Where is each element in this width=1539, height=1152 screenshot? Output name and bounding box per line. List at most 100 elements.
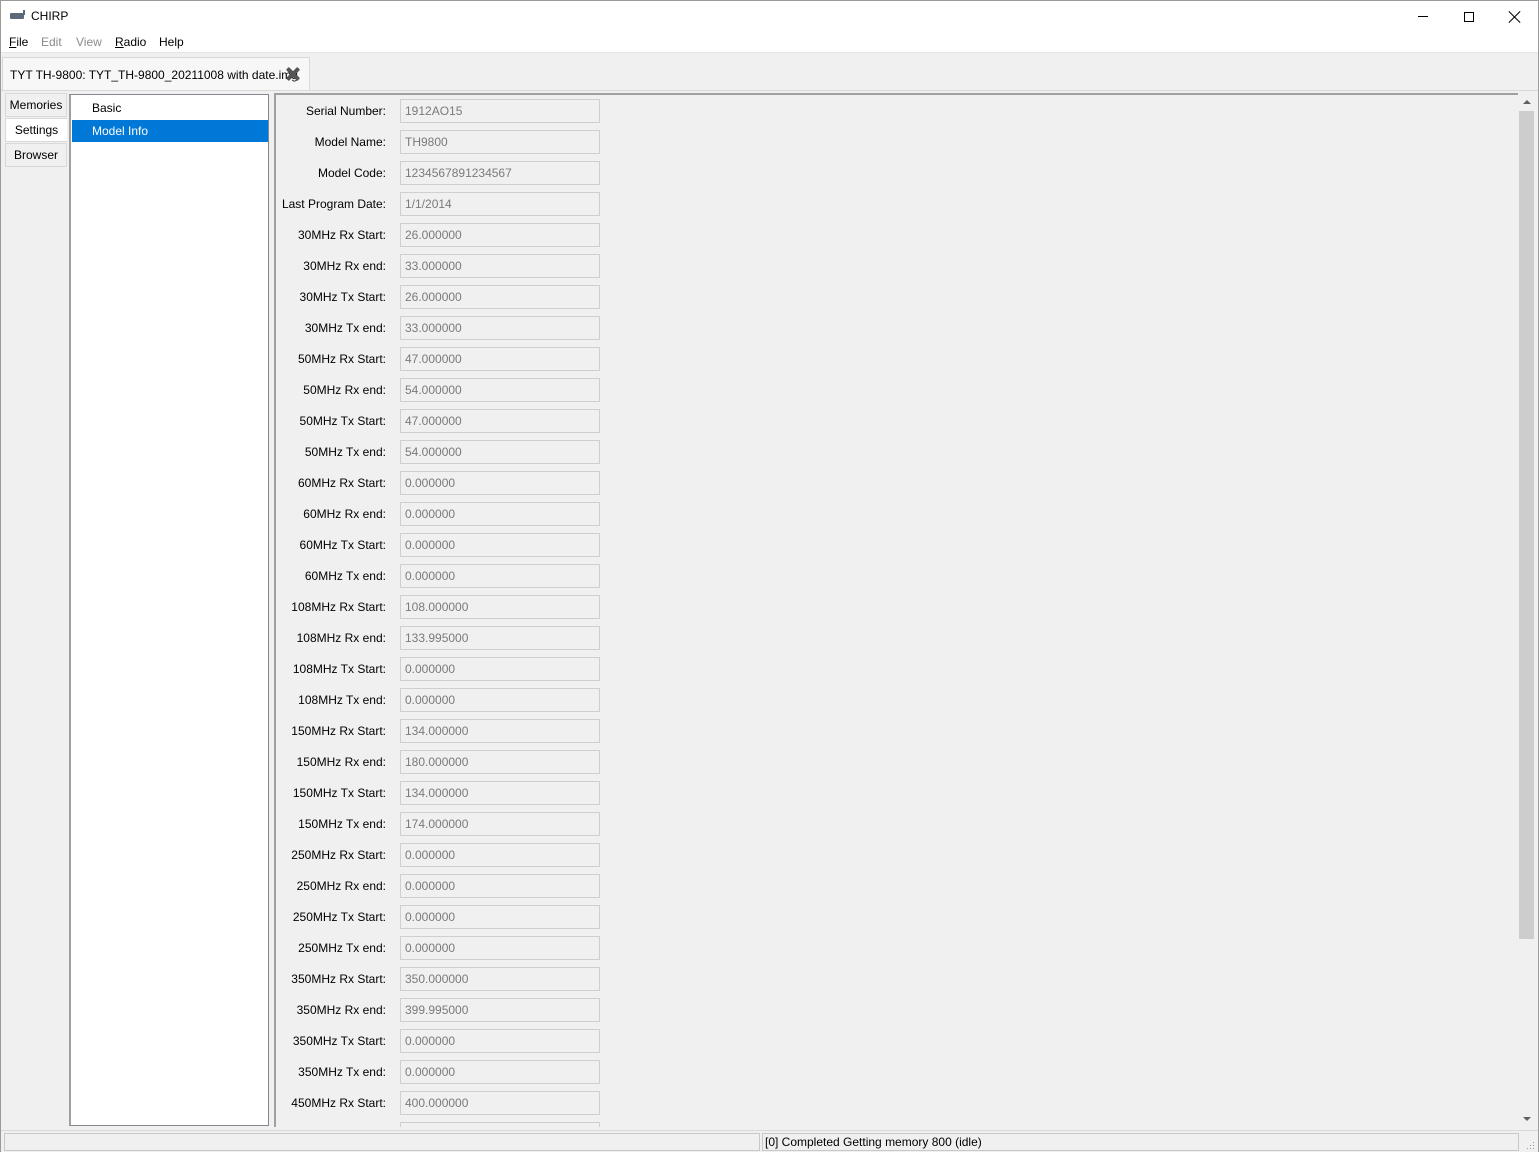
- setting-value-field[interactable]: 0.000000: [400, 502, 600, 526]
- title-bar[interactable]: CHIRP: [1, 1, 1538, 32]
- maximize-button[interactable]: [1446, 1, 1492, 32]
- setting-value-field[interactable]: 0.000000: [400, 905, 600, 929]
- scroll-down-button[interactable]: [1518, 1110, 1535, 1127]
- setting-value-field[interactable]: 0.000000: [400, 657, 600, 681]
- setting-label: 50MHz Tx Start:: [299, 414, 386, 428]
- setting-label: 30MHz Rx end:: [303, 259, 386, 273]
- scroll-up-button[interactable]: [1518, 93, 1535, 110]
- setting-row: 30MHz Rx Start: 26.000000: [276, 223, 876, 247]
- radio-app-icon: [10, 10, 26, 20]
- chirp-window: CHIRP File Edit View Radio Help TYT TH-9…: [0, 0, 1539, 1152]
- setting-label: 50MHz Rx Start:: [297, 352, 386, 366]
- setting-value-field[interactable]: 0.000000: [400, 1029, 600, 1053]
- setting-value-field[interactable]: 0.000000: [400, 1060, 600, 1084]
- setting-row: 60MHz Rx end: 0.000000: [276, 502, 876, 526]
- menu-help[interactable]: Help: [159, 35, 184, 49]
- file-tab[interactable]: TYT TH-9800: TYT_TH-9800_20211008 with d…: [2, 57, 310, 91]
- setting-label: Last Program Date:: [281, 197, 386, 211]
- setting-value-field[interactable]: 54.000000: [400, 378, 600, 402]
- setting-label: Serial Number:: [305, 104, 386, 118]
- close-x-icon[interactable]: [286, 67, 300, 81]
- menu-edit[interactable]: Edit: [41, 35, 62, 49]
- tree-item-model-info[interactable]: Model Info: [72, 120, 268, 142]
- setting-value-field[interactable]: [400, 1122, 600, 1127]
- setting-label: 150MHz Tx end:: [298, 817, 386, 831]
- setting-value-field[interactable]: 47.000000: [400, 347, 600, 371]
- setting-value-field[interactable]: 1234567891234567: [400, 161, 600, 185]
- setting-row: 60MHz Rx Start: 0.000000: [276, 471, 876, 495]
- setting-value-field[interactable]: 0.000000: [400, 533, 600, 557]
- setting-value-field[interactable]: 0.000000: [400, 471, 600, 495]
- setting-value-field[interactable]: 350.000000: [400, 967, 600, 991]
- resize-grip-icon[interactable]: [1525, 1140, 1535, 1150]
- setting-row: Serial Number: 1912AO15: [276, 99, 876, 123]
- setting-row: 250MHz Rx Start: 0.000000: [276, 843, 876, 867]
- setting-row: 30MHz Tx Start: 26.000000: [276, 285, 876, 309]
- setting-label: 150MHz Rx Start:: [291, 724, 386, 738]
- setting-label: 30MHz Tx end:: [304, 321, 386, 335]
- tab-browser[interactable]: Browser: [5, 143, 67, 167]
- setting-label: 450MHz Rx Start:: [291, 1096, 386, 1110]
- setting-row: Model Code: 1234567891234567: [276, 161, 876, 185]
- tab-memories[interactable]: Memories: [5, 93, 67, 117]
- close-window-button[interactable]: [1492, 1, 1538, 32]
- minimize-button[interactable]: [1400, 1, 1446, 32]
- tree-item-basic[interactable]: Basic: [72, 97, 268, 119]
- setting-value-field[interactable]: 1/1/2014: [400, 192, 600, 216]
- setting-row: 50MHz Tx Start: 47.000000: [276, 409, 876, 433]
- setting-value-field[interactable]: 0.000000: [400, 688, 600, 712]
- vertical-scrollbar[interactable]: [1518, 93, 1535, 1127]
- setting-row: 30MHz Tx end: 33.000000: [276, 316, 876, 340]
- setting-row: [276, 1122, 876, 1127]
- setting-label: 108MHz Rx Start:: [291, 600, 386, 614]
- setting-label: 150MHz Rx end:: [296, 755, 386, 769]
- tab-divider: [1, 90, 1538, 91]
- settings-form: Serial Number: 1912AO15 Model Name: TH9800 M…: [274, 93, 1519, 1127]
- setting-row: 60MHz Tx end: 0.000000: [276, 564, 876, 588]
- setting-label: 350MHz Tx Start:: [292, 1034, 386, 1048]
- scroll-thumb[interactable]: [1519, 111, 1534, 939]
- setting-row: 250MHz Rx end: 0.000000: [276, 874, 876, 898]
- setting-value-field[interactable]: 47.000000: [400, 409, 600, 433]
- setting-value-field[interactable]: 0.000000: [400, 843, 600, 867]
- menu-view[interactable]: View: [76, 35, 102, 49]
- setting-row: 450MHz Rx Start: 400.000000: [276, 1091, 876, 1115]
- setting-label: 150MHz Tx Start:: [292, 786, 386, 800]
- chevron-up-icon: [1522, 99, 1531, 104]
- setting-row: 108MHz Rx end: 133.995000: [276, 626, 876, 650]
- setting-value-field[interactable]: 0.000000: [400, 874, 600, 898]
- minimize-icon: [1418, 16, 1428, 17]
- setting-value-field[interactable]: 174.000000: [400, 812, 600, 836]
- setting-value-field[interactable]: 0.000000: [400, 564, 600, 588]
- setting-value-field[interactable]: 133.995000: [400, 626, 600, 650]
- setting-value-field[interactable]: 134.000000: [400, 781, 600, 805]
- setting-label: Model Name:: [314, 135, 386, 149]
- setting-row: 350MHz Rx Start: 350.000000: [276, 967, 876, 991]
- window-title: CHIRP: [31, 9, 69, 23]
- setting-label: 350MHz Rx Start:: [291, 972, 386, 986]
- setting-value-field[interactable]: 26.000000: [400, 223, 600, 247]
- setting-value-field[interactable]: 33.000000: [400, 316, 600, 340]
- menu-file[interactable]: File: [9, 35, 28, 49]
- setting-row: 108MHz Tx end: 0.000000: [276, 688, 876, 712]
- setting-value-field[interactable]: 33.000000: [400, 254, 600, 278]
- setting-row: 60MHz Tx Start: 0.000000: [276, 533, 876, 557]
- setting-label: 30MHz Tx Start:: [299, 290, 386, 304]
- setting-value-field[interactable]: 1912AO15: [400, 99, 600, 123]
- setting-value-field[interactable]: 399.995000: [400, 998, 600, 1022]
- setting-value-field[interactable]: 54.000000: [400, 440, 600, 464]
- setting-value-field[interactable]: 0.000000: [400, 936, 600, 960]
- setting-label: 250MHz Tx end:: [298, 941, 386, 955]
- tab-settings[interactable]: Settings: [5, 118, 67, 142]
- menu-radio[interactable]: Radio: [115, 35, 146, 49]
- setting-label: 60MHz Tx Start:: [299, 538, 386, 552]
- setting-value-field[interactable]: TH9800: [400, 130, 600, 154]
- setting-value-field[interactable]: 26.000000: [400, 285, 600, 309]
- setting-value-field[interactable]: 134.000000: [400, 719, 600, 743]
- setting-row: 50MHz Tx end: 54.000000: [276, 440, 876, 464]
- setting-label: 350MHz Rx end:: [296, 1003, 386, 1017]
- setting-label: 30MHz Rx Start:: [297, 228, 386, 242]
- setting-value-field[interactable]: 400.000000: [400, 1091, 600, 1115]
- setting-value-field[interactable]: 108.000000: [400, 595, 600, 619]
- setting-value-field[interactable]: 180.000000: [400, 750, 600, 774]
